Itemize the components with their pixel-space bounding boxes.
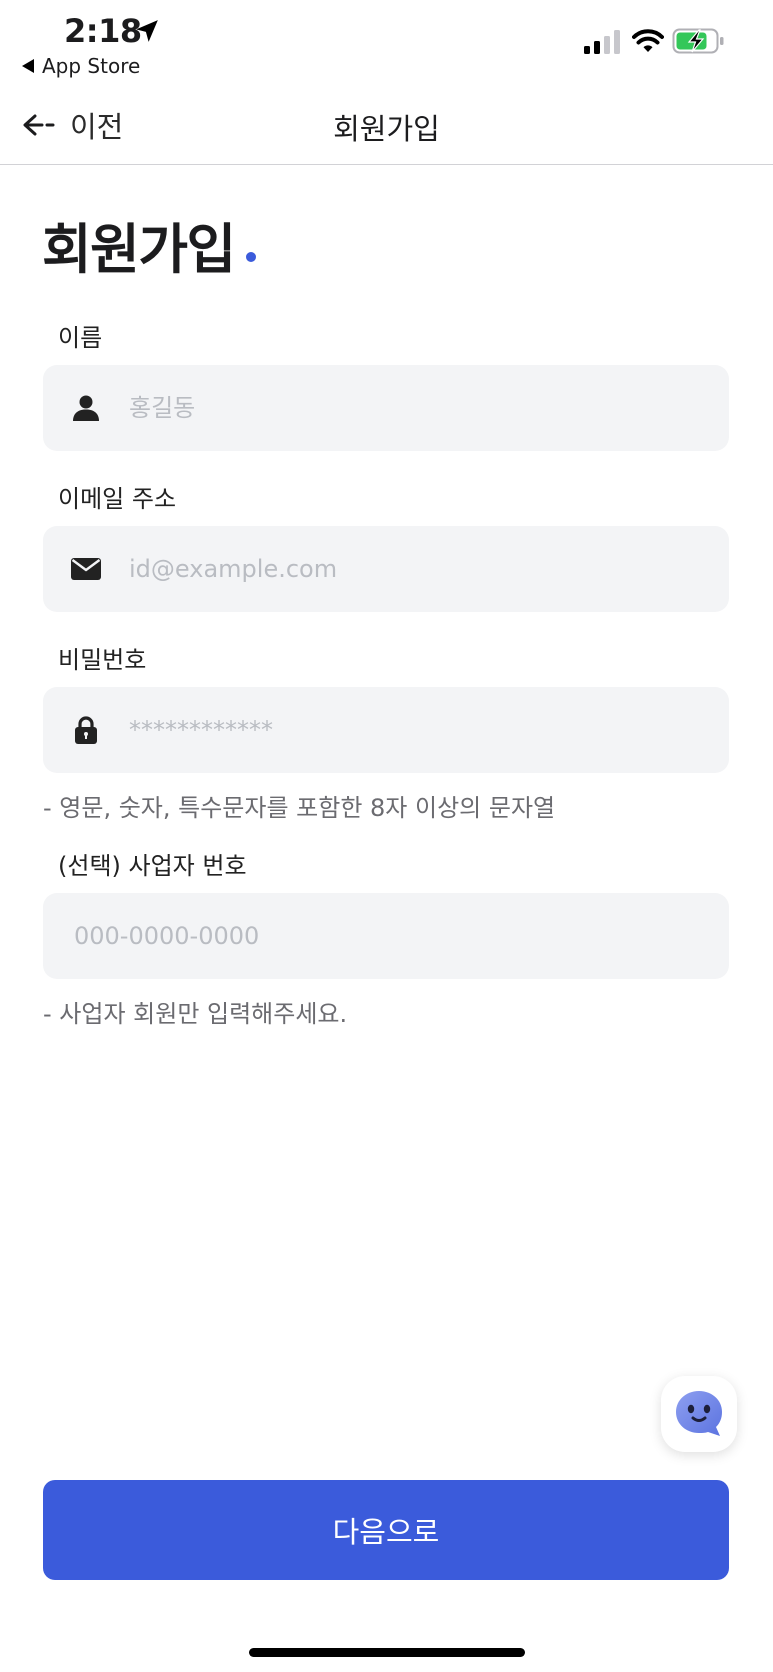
name-field[interactable]	[43, 365, 729, 451]
business-number-field[interactable]	[43, 893, 729, 979]
password-field[interactable]	[43, 687, 729, 773]
person-icon	[71, 393, 101, 423]
nav-divider	[0, 164, 773, 165]
nav-title: 회원가입	[333, 112, 440, 146]
password-input[interactable]	[127, 715, 651, 745]
back-triangle-icon	[22, 59, 34, 73]
home-indicator	[249, 1648, 525, 1657]
back-app-label: App Store	[42, 54, 141, 78]
next-button[interactable]: 다음으로	[43, 1480, 729, 1580]
envelope-icon	[71, 554, 101, 584]
password-hint: - 영문, 숫자, 특수문자를 포함한 8자 이상의 문자열	[43, 794, 556, 822]
status-time: 2:18	[64, 12, 142, 50]
password-label: 비밀번호	[58, 646, 147, 674]
title-accent-dot	[246, 252, 256, 262]
email-input[interactable]	[127, 554, 651, 584]
chatbot-button[interactable]	[661, 1376, 737, 1452]
lock-icon	[71, 715, 101, 745]
email-field[interactable]	[43, 526, 729, 612]
business-number-input[interactable]	[72, 921, 596, 951]
battery-charging-icon	[672, 28, 724, 54]
page-title: 회원가입	[42, 218, 236, 281]
location-arrow-icon	[136, 20, 158, 42]
name-input[interactable]	[127, 393, 651, 423]
name-label: 이름	[58, 324, 103, 352]
wifi-icon	[632, 29, 664, 52]
cellular-signal-icon	[584, 30, 620, 54]
business-number-hint: - 사업자 회원만 입력해주세요.	[43, 1000, 348, 1028]
email-label: 이메일 주소	[58, 485, 177, 513]
back-to-app-store[interactable]: App Store	[22, 54, 140, 78]
chatbot-icon	[676, 1391, 722, 1436]
business-number-label: (선택) 사업자 번호	[58, 852, 247, 880]
